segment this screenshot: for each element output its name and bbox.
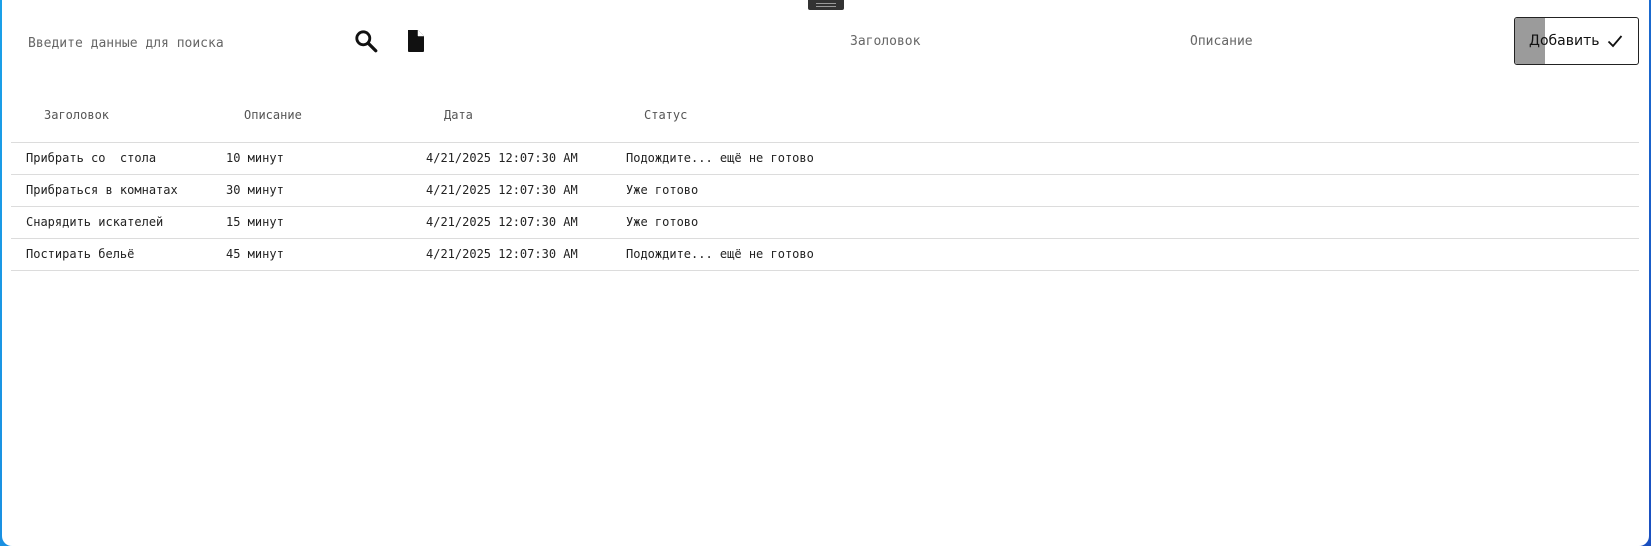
title-input[interactable] (850, 34, 1110, 49)
check-icon (1608, 35, 1623, 48)
cell-date: 4/21/2025 12:07:30 AM (426, 183, 578, 197)
cell-status: Уже готово (626, 183, 699, 197)
app-window: Добавить Заголовок Описание Дата Статус … (2, 0, 1649, 546)
column-header-title[interactable]: Заголовок (44, 108, 109, 122)
add-button[interactable]: Добавить (1514, 17, 1639, 65)
cell-date: 4/21/2025 12:07:30 AM (426, 247, 578, 261)
add-button-content: Добавить (1529, 18, 1623, 64)
table-row[interactable]: Постирать бельё 45 минут 4/21/2025 12:07… (11, 239, 1639, 271)
cell-date: 4/21/2025 12:07:30 AM (426, 215, 578, 229)
table-row[interactable]: Прибрать со стола 10 минут 4/21/2025 12:… (11, 143, 1639, 175)
document-button[interactable] (401, 26, 431, 56)
description-field[interactable] (1190, 34, 1450, 54)
cell-description: 45 минут (226, 247, 284, 261)
tasks-table: Заголовок Описание Дата Статус Прибрать … (11, 94, 1639, 271)
cell-status: Подождите... ещё не готово (626, 151, 814, 165)
cell-title: Прибрать со стола (26, 151, 157, 165)
title-field[interactable] (850, 34, 1110, 54)
description-input[interactable] (1190, 34, 1450, 49)
table-row[interactable]: Прибраться в комнатах 30 минут 4/21/2025… (11, 175, 1639, 207)
cell-date: 4/21/2025 12:07:30 AM (426, 151, 578, 165)
table-header: Заголовок Описание Дата Статус (11, 94, 1639, 143)
document-icon (408, 30, 424, 52)
table-row[interactable]: Снарядить искателей 15 минут 4/21/2025 1… (11, 207, 1639, 239)
cell-description: 10 минут (226, 151, 284, 165)
cell-title: Постирать бельё (26, 247, 135, 261)
cell-status: Уже готово (626, 215, 699, 229)
cell-title: Снарядить искателей (26, 215, 164, 229)
drag-handle[interactable] (808, 0, 844, 10)
cell-description: 15 минут (226, 215, 284, 229)
cell-title: Прибраться в комнатах (26, 183, 178, 197)
cell-status: Подождите... ещё не готово (626, 247, 814, 261)
column-header-description[interactable]: Описание (244, 108, 302, 122)
column-header-status[interactable]: Статус (644, 108, 687, 122)
add-button-label: Добавить (1529, 33, 1600, 49)
column-header-date[interactable]: Дата (444, 108, 473, 122)
search-input[interactable] (20, 28, 346, 58)
search-button[interactable] (351, 26, 381, 56)
search-icon (355, 30, 378, 53)
cell-description: 30 минут (226, 183, 284, 197)
